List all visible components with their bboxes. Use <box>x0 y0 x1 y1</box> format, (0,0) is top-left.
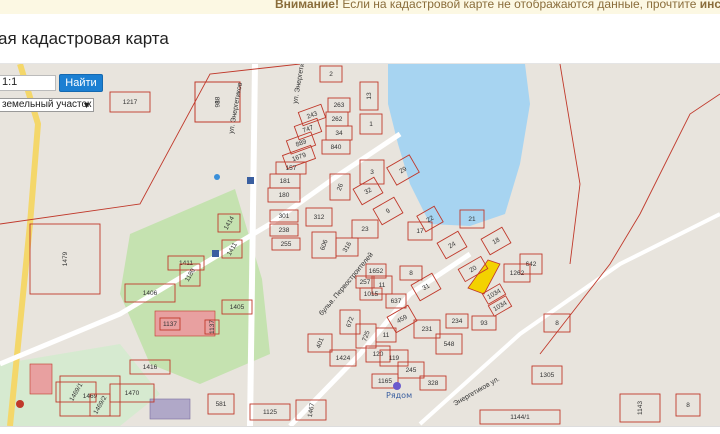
parcel-number: 1406 <box>143 290 158 297</box>
parcel-number: 1217 <box>123 99 138 106</box>
parcel-number: 1652 <box>369 268 384 275</box>
page-header: ая кадастровая карта <box>0 14 720 64</box>
parcel-number: 1305 <box>540 372 555 379</box>
parcel-number: 8 <box>409 270 413 277</box>
parcel-number: 1165 <box>378 378 392 385</box>
parcel-number: 8 <box>555 320 559 327</box>
parcel-number: 840 <box>331 144 342 151</box>
parcel-number: 231 <box>422 326 433 333</box>
parcel-number: 263 <box>334 102 345 109</box>
find-button[interactable]: Найти <box>59 74 103 92</box>
parcel-number: 1405 <box>230 304 245 311</box>
poi-label: Рядом <box>386 391 412 400</box>
parcel-number: 21 <box>468 216 476 223</box>
parcel-number: 3 <box>370 169 374 176</box>
notice-bar: Внимание! Если на кадастровой карте не о… <box>0 0 720 14</box>
parcel-number: 312 <box>314 214 325 221</box>
parcel-number: 8 <box>686 402 690 409</box>
parcel-number: 637 <box>391 298 402 305</box>
parcel-number: 157 <box>286 165 297 172</box>
parcel-number: 119 <box>389 355 400 362</box>
parcel-number: 581 <box>216 401 227 408</box>
water-drop-icon <box>214 174 220 180</box>
parcel-number: 2 <box>329 71 333 78</box>
bottom-strip <box>0 426 720 434</box>
parcel-number: 17 <box>416 228 424 235</box>
parcel-number: 13 <box>366 92 373 100</box>
parcel-number: 255 <box>281 241 292 248</box>
parcel-number: 180 <box>279 192 290 199</box>
parcel-number: 1 <box>369 121 373 128</box>
parcel-number: 257 <box>360 279 371 286</box>
parcel-number: 1125 <box>263 409 277 416</box>
parcel-number: 1262 <box>510 270 525 277</box>
parcel-number: 262 <box>332 116 343 123</box>
parcel-number: 238 <box>279 227 290 234</box>
cadastral-map[interactable]: 988 1217 2 263 262 243 747 34 889 840 1679 1 157 181 1… <box>0 64 720 426</box>
page-title: ая кадастровая карта <box>0 29 169 48</box>
notice-text: Если на кадастровой карте не отображаютс… <box>338 0 700 11</box>
parcel-number: 245 <box>406 367 417 374</box>
parcel-number: 1143 <box>637 401 644 415</box>
parcel-number: 181 <box>280 178 291 185</box>
parcel-number: 11 <box>383 332 390 339</box>
parcel-number: 1411 <box>179 260 193 267</box>
parcel-number: 642 <box>526 261 537 268</box>
parcel-number: 93 <box>480 320 488 327</box>
search-input[interactable]: 1:1 <box>0 75 56 91</box>
building-south <box>149 398 191 420</box>
parcel-number: 548 <box>444 341 455 348</box>
parcel-number: 1479 <box>62 251 69 266</box>
parcel-number: 234 <box>452 318 463 325</box>
parcel-number: 328 <box>428 380 439 387</box>
chevron-down-icon: ▼ <box>82 100 91 110</box>
pin-icon[interactable] <box>16 400 24 408</box>
poi-marker-icon[interactable] <box>393 382 401 390</box>
parcel-number: 1424 <box>336 355 351 362</box>
parcel-number: 1416 <box>143 364 158 371</box>
parcel-number: 1470 <box>125 390 140 397</box>
parcel-number: 1137 <box>209 320 216 334</box>
instruction-link[interactable]: инструкцию <box>700 0 720 11</box>
parcel-number: 301 <box>279 213 290 220</box>
notice-prefix: Внимание! <box>275 0 339 11</box>
parcel-number: 1144/1 <box>510 414 530 421</box>
parcel-number: 1 <box>215 100 222 104</box>
parcel-number: 1015 <box>364 291 379 298</box>
bus-stop-icon <box>247 177 254 184</box>
object-type-select[interactable]: земельный участок ▼ <box>0 98 94 112</box>
building-west <box>29 363 53 395</box>
parcel-number: 120 <box>373 351 384 358</box>
parcel-number: 1137 <box>163 321 177 328</box>
parcel-number: 23 <box>361 226 369 233</box>
object-type-value: земельный участок <box>2 99 92 110</box>
bus-stop-icon <box>212 250 219 257</box>
parcel-number: 34 <box>335 130 343 137</box>
map-canvas[interactable]: 98812172263262243747 34889 840167911571811… <box>0 64 720 426</box>
